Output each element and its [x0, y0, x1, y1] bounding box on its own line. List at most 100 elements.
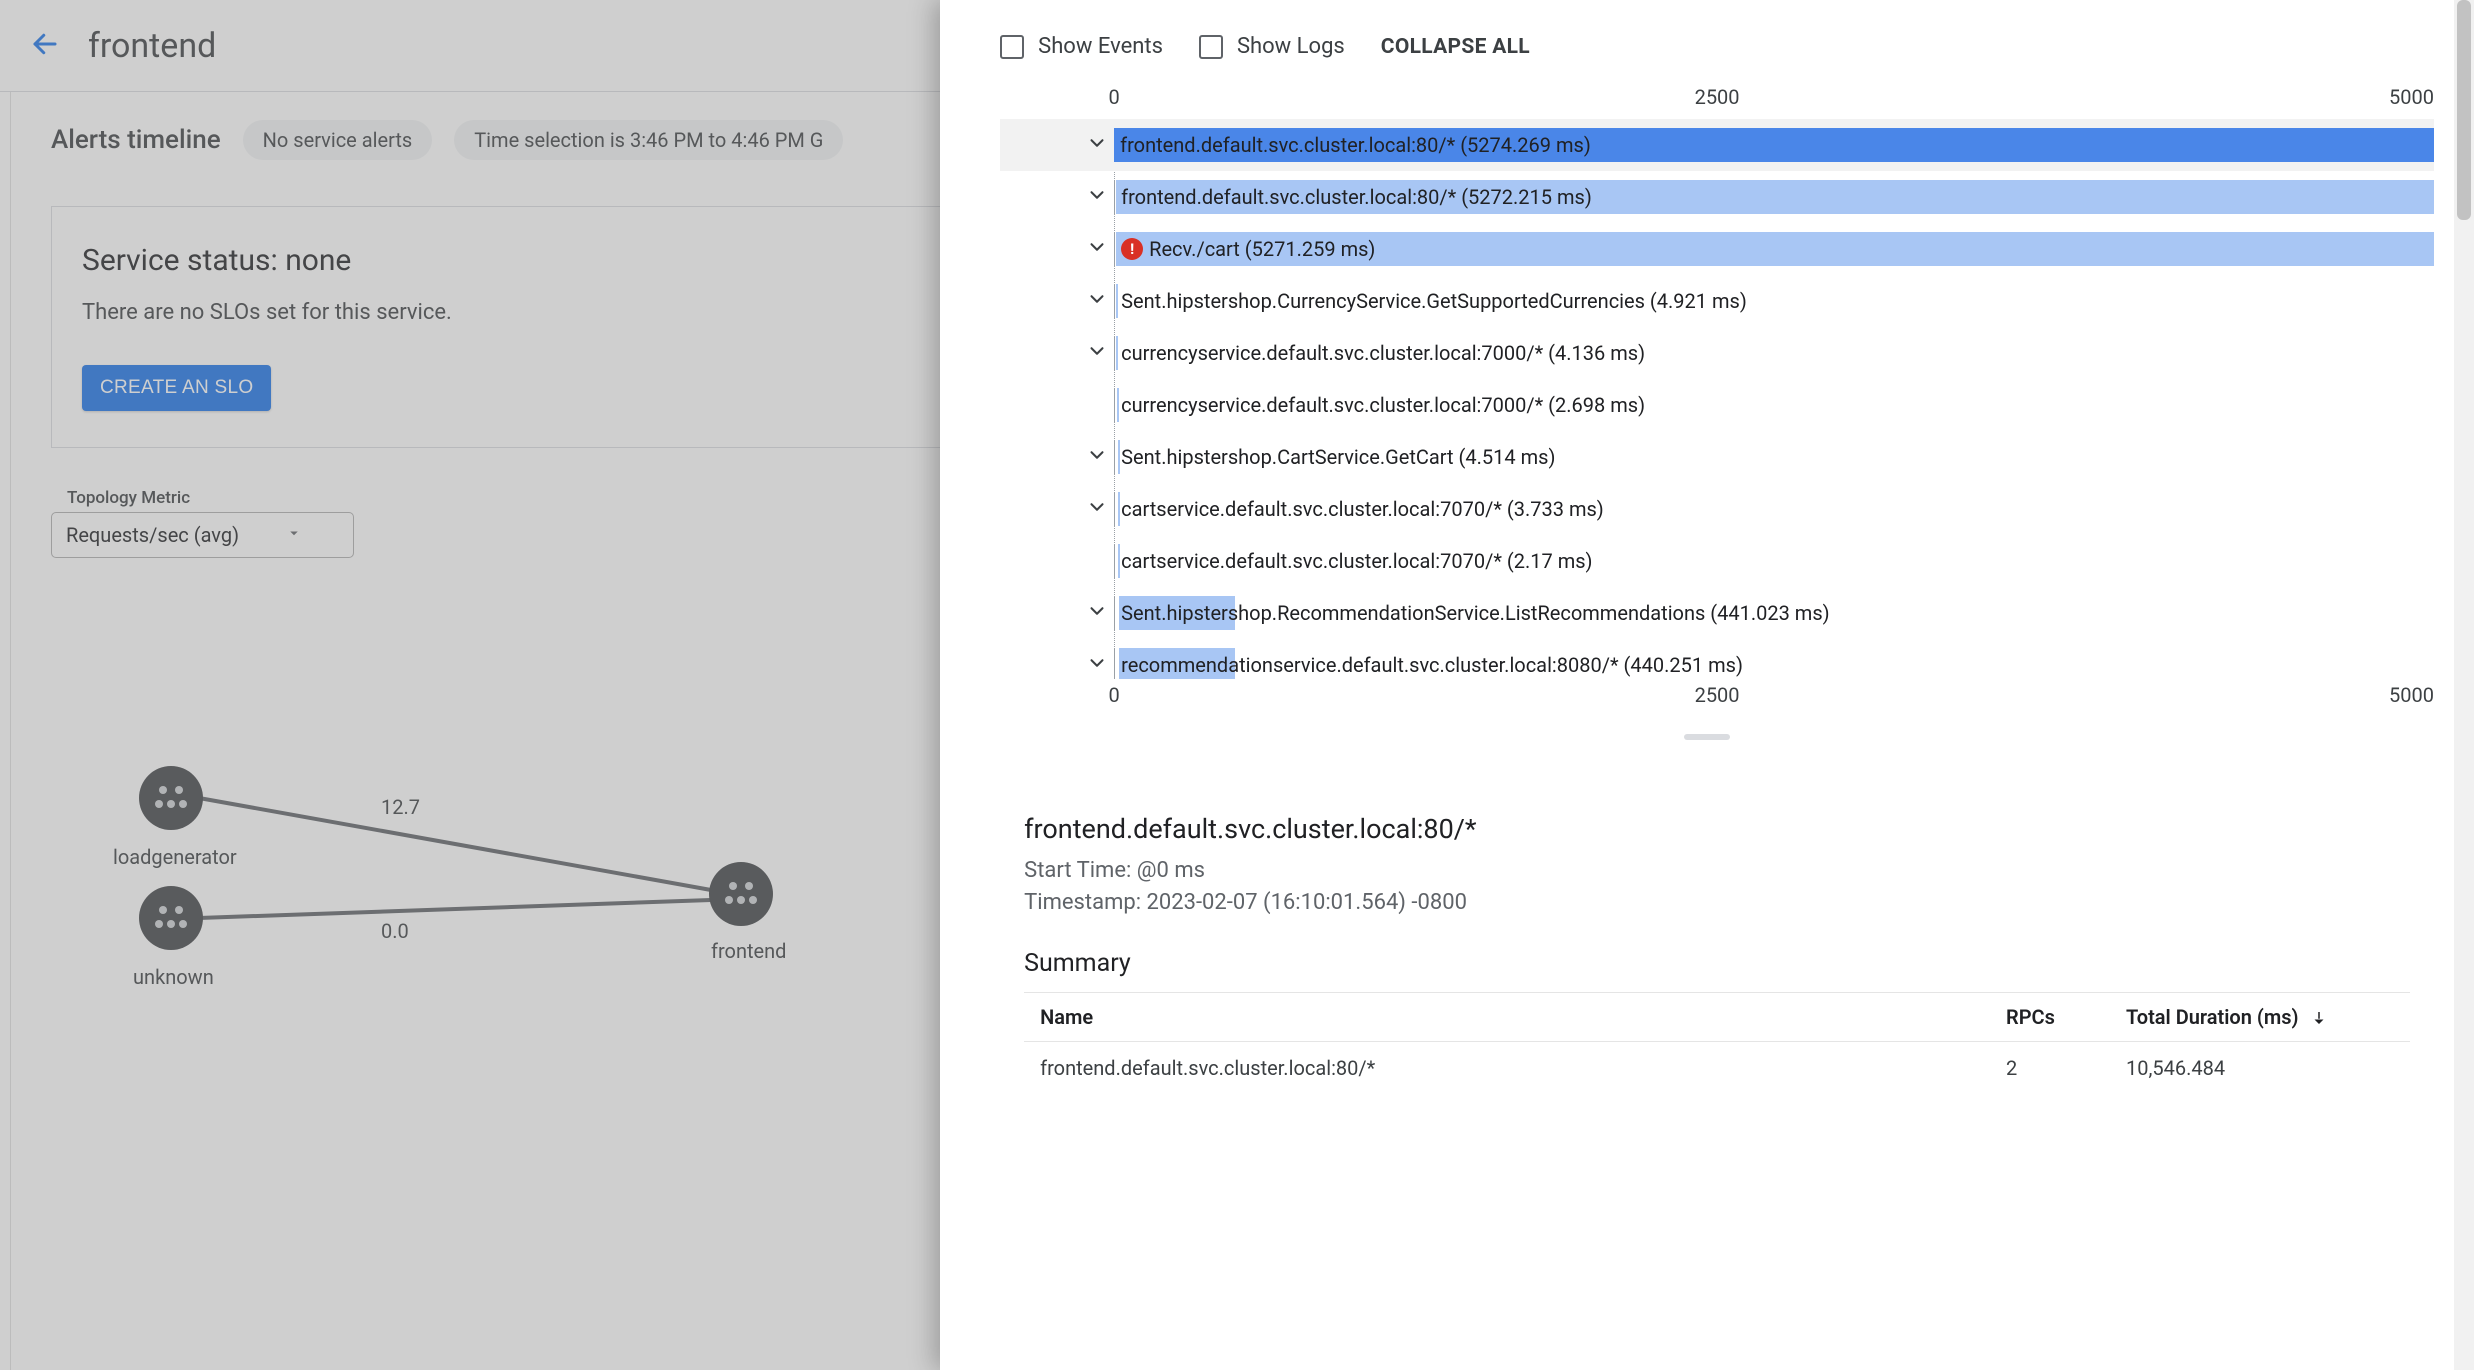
summary-rpcs: 2 [1990, 1041, 2110, 1094]
axis-tick-mid: 2500 [1695, 85, 1740, 109]
span-bar-area: recommendationservice.default.svc.cluste… [1114, 648, 2434, 679]
details-timestamp: Timestamp: 2023-02-07 (16:10:01.564) -08… [1024, 887, 2410, 919]
axis-tick-0-b: 0 [1109, 683, 1120, 707]
span-label-text: Sent.hipstershop.RecommendationService.L… [1121, 601, 1830, 625]
span-bar-area: cartservice.default.svc.cluster.local:70… [1114, 492, 2434, 526]
details-title: frontend.default.svc.cluster.local:80/* [1024, 813, 2410, 845]
span-gutter [1000, 340, 1114, 366]
span-bar-area: cartservice.default.svc.cluster.local:70… [1114, 544, 2434, 578]
span-label-text: Sent.hipstershop.CartService.GetCart (4.… [1121, 445, 1555, 469]
trace-span-list[interactable]: frontend.default.svc.cluster.local:80/* … [1000, 119, 2434, 679]
span-gutter [1000, 444, 1114, 470]
span-gutter [1000, 496, 1114, 522]
span-label: Sent.hipstershop.RecommendationService.L… [1121, 601, 1830, 625]
sort-desc-icon [2310, 1008, 2328, 1032]
span-gutter [1000, 236, 1114, 262]
span-gutter [1000, 288, 1114, 314]
chevron-down-icon[interactable] [1086, 132, 1108, 158]
span-label: cartservice.default.svc.cluster.local:70… [1121, 549, 1592, 573]
span-label-text: frontend.default.svc.cluster.local:80/* … [1120, 133, 1591, 157]
span-label: frontend.default.svc.cluster.local:80/* … [1120, 133, 1591, 157]
col-duration[interactable]: Total Duration (ms) [2110, 992, 2410, 1041]
show-logs-checkbox[interactable]: Show Logs [1199, 34, 1345, 59]
show-events-label: Show Events [1038, 34, 1163, 59]
span-label-text: recommendationservice.default.svc.cluste… [1121, 653, 1743, 677]
span-label: ! Recv./cart (5271.259 ms) [1121, 237, 1375, 261]
trace-span-row[interactable]: ! Recv./cart (5271.259 ms) [1000, 223, 2434, 275]
axis-tick-mid-b: 2500 [1695, 683, 1740, 707]
show-events-checkbox[interactable]: Show Events [1000, 34, 1163, 59]
axis-tick-max-b: 5000 [2389, 683, 2434, 707]
summary-row[interactable]: frontend.default.svc.cluster.local:80/*2… [1024, 1041, 2410, 1094]
span-label: Sent.hipstershop.CurrencyService.GetSupp… [1121, 289, 1747, 313]
span-label-text: Recv./cart (5271.259 ms) [1149, 237, 1375, 261]
span-bar-area: currencyservice.default.svc.cluster.loca… [1114, 336, 2434, 370]
chevron-down-icon[interactable] [1086, 600, 1108, 626]
chevron-down-icon[interactable] [1086, 652, 1108, 678]
summary-duration: 10,546.484 [2110, 1041, 2410, 1094]
drawer-scrollbar[interactable] [2454, 0, 2474, 1370]
chevron-down-icon[interactable] [1086, 184, 1108, 210]
axis-tick-0: 0 [1109, 85, 1120, 109]
span-label-text: currencyservice.default.svc.cluster.loca… [1121, 341, 1645, 365]
trace-drawer: Show Events Show Logs COLLAPSE ALL 0 250… [940, 0, 2474, 1370]
span-label: currencyservice.default.svc.cluster.loca… [1121, 341, 1645, 365]
span-label: frontend.default.svc.cluster.local:80/* … [1121, 185, 1592, 209]
span-bar[interactable] [1118, 492, 1120, 526]
panel-resize-handle[interactable] [940, 729, 2474, 745]
span-label-text: cartservice.default.svc.cluster.local:70… [1121, 497, 1604, 521]
trace-span-row[interactable]: frontend.default.svc.cluster.local:80/* … [1000, 119, 2434, 171]
col-name[interactable]: Name [1024, 992, 1990, 1041]
span-bar-area: frontend.default.svc.cluster.local:80/* … [1114, 128, 2434, 162]
span-bar[interactable] [1117, 388, 1119, 422]
span-bar-area: frontend.default.svc.cluster.local:80/* … [1114, 180, 2434, 214]
col-rpcs[interactable]: RPCs [1990, 992, 2110, 1041]
span-label-text: currencyservice.default.svc.cluster.loca… [1121, 393, 1645, 417]
trace-controls: Show Events Show Logs COLLAPSE ALL [940, 0, 2474, 85]
trace-span-row[interactable]: Sent.hipstershop.CartService.GetCart (4.… [1000, 431, 2434, 483]
chevron-down-icon[interactable] [1086, 340, 1108, 366]
trace-span-row[interactable]: frontend.default.svc.cluster.local:80/* … [1000, 171, 2434, 223]
span-label: recommendationservice.default.svc.cluste… [1121, 653, 1743, 677]
span-bar-area: currencyservice.default.svc.cluster.loca… [1114, 388, 2434, 422]
error-icon: ! [1121, 238, 1143, 260]
span-label: Sent.hipstershop.CartService.GetCart (4.… [1121, 445, 1555, 469]
collapse-all-button[interactable]: COLLAPSE ALL [1381, 35, 1530, 59]
span-label: cartservice.default.svc.cluster.local:70… [1121, 497, 1604, 521]
span-label-text: cartservice.default.svc.cluster.local:70… [1121, 549, 1592, 573]
span-bar-area: Sent.hipstershop.RecommendationService.L… [1114, 596, 2434, 630]
checkbox-box-icon [1000, 35, 1024, 59]
details-start-time: Start Time: @0 ms [1024, 855, 2410, 887]
summary-heading: Summary [1024, 949, 2410, 978]
chevron-down-icon[interactable] [1086, 236, 1108, 262]
trace-details: frontend.default.svc.cluster.local:80/* … [980, 755, 2454, 1094]
span-bar[interactable] [1116, 284, 1118, 318]
col-duration-label: Total Duration (ms) [2126, 1005, 2299, 1029]
trace-span-row[interactable]: currencyservice.default.svc.cluster.loca… [1000, 379, 2434, 431]
summary-table: Name RPCs Total Duration (ms) frontend.d… [1024, 992, 2410, 1094]
span-bar-area: Sent.hipstershop.CurrencyService.GetSupp… [1114, 284, 2434, 318]
axis-tick-max: 5000 [2389, 85, 2434, 109]
span-gutter [1000, 184, 1114, 210]
summary-name: frontend.default.svc.cluster.local:80/* [1024, 1041, 1990, 1094]
scrollbar-thumb[interactable] [2457, 0, 2471, 220]
span-gutter [1000, 600, 1114, 626]
trace-axis-bottom: 0 2500 5000 [1000, 683, 2434, 713]
chevron-down-icon[interactable] [1086, 288, 1108, 314]
chevron-down-icon[interactable] [1086, 444, 1108, 470]
trace-span-row[interactable]: cartservice.default.svc.cluster.local:70… [1000, 483, 2434, 535]
chevron-down-icon[interactable] [1086, 496, 1108, 522]
span-bar[interactable] [1116, 336, 1118, 370]
span-bar[interactable] [1118, 440, 1120, 474]
checkbox-box-icon [1199, 35, 1223, 59]
trace-span-row[interactable]: cartservice.default.svc.cluster.local:70… [1000, 535, 2434, 587]
span-gutter [1000, 652, 1114, 678]
trace-span-row[interactable]: Sent.hipstershop.RecommendationService.L… [1000, 587, 2434, 639]
trace-span-row[interactable]: Sent.hipstershop.CurrencyService.GetSupp… [1000, 275, 2434, 327]
show-logs-label: Show Logs [1237, 34, 1345, 59]
span-label: currencyservice.default.svc.cluster.loca… [1121, 393, 1645, 417]
span-gutter [1000, 132, 1114, 158]
trace-span-row[interactable]: recommendationservice.default.svc.cluste… [1000, 639, 2434, 679]
trace-span-row[interactable]: currencyservice.default.svc.cluster.loca… [1000, 327, 2434, 379]
span-bar[interactable] [1118, 544, 1120, 578]
